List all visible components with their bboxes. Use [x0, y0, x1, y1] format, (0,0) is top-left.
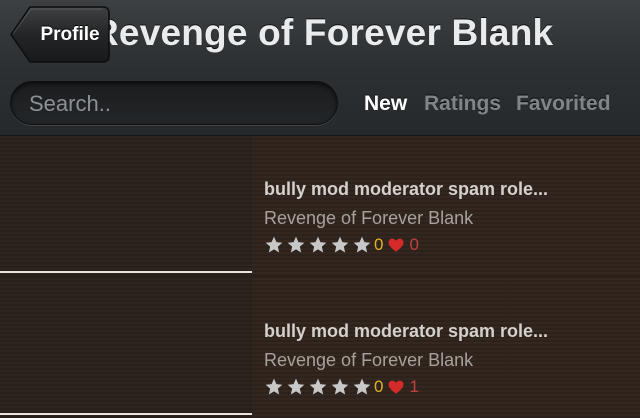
star-icon	[353, 236, 371, 253]
nav-header: Revenge of Forever Blank Profile New Rat…	[0, 0, 640, 136]
page-title: Revenge of Forever Blank	[92, 12, 554, 53]
back-button[interactable]: Profile	[10, 6, 110, 63]
heart-icon	[388, 380, 404, 394]
search-bar[interactable]	[10, 81, 338, 126]
list-item[interactable]: bully mod moderator spam role... Revenge…	[0, 136, 640, 276]
item-thumbnail	[0, 278, 252, 418]
item-title: bully mod moderator spam role...	[264, 179, 549, 199]
rating-count: 0	[374, 235, 384, 254]
list-item[interactable]: bully mod moderator spam role... Revenge…	[0, 278, 640, 418]
star-icon	[287, 236, 305, 253]
favorite-count: 1	[409, 377, 419, 396]
star-icon	[331, 378, 349, 395]
star-icon	[309, 378, 327, 395]
star-icon	[331, 236, 349, 253]
row-divider	[0, 413, 252, 415]
star-icon	[265, 378, 283, 395]
item-subtitle: Revenge of Forever Blank	[264, 350, 474, 370]
star-icon	[309, 236, 327, 253]
item-rating: 0 0	[264, 234, 419, 256]
star-icon	[353, 378, 371, 395]
tab-ratings[interactable]: Ratings	[424, 90, 501, 118]
star-icon	[287, 378, 305, 395]
item-title: bully mod moderator spam role...	[264, 321, 549, 341]
row-divider	[0, 271, 252, 273]
rating-count: 0	[374, 377, 384, 396]
item-rating: 0 1	[264, 376, 419, 398]
favorite-count: 0	[409, 235, 419, 254]
star-icon	[265, 236, 283, 253]
item-subtitle: Revenge of Forever Blank	[264, 208, 474, 228]
back-button-label: Profile	[40, 24, 100, 45]
search-input[interactable]	[27, 82, 331, 126]
tab-favorited[interactable]: Favorited	[516, 90, 611, 118]
heart-icon	[388, 238, 404, 252]
item-thumbnail	[0, 136, 252, 276]
tab-new[interactable]: New	[364, 90, 407, 118]
